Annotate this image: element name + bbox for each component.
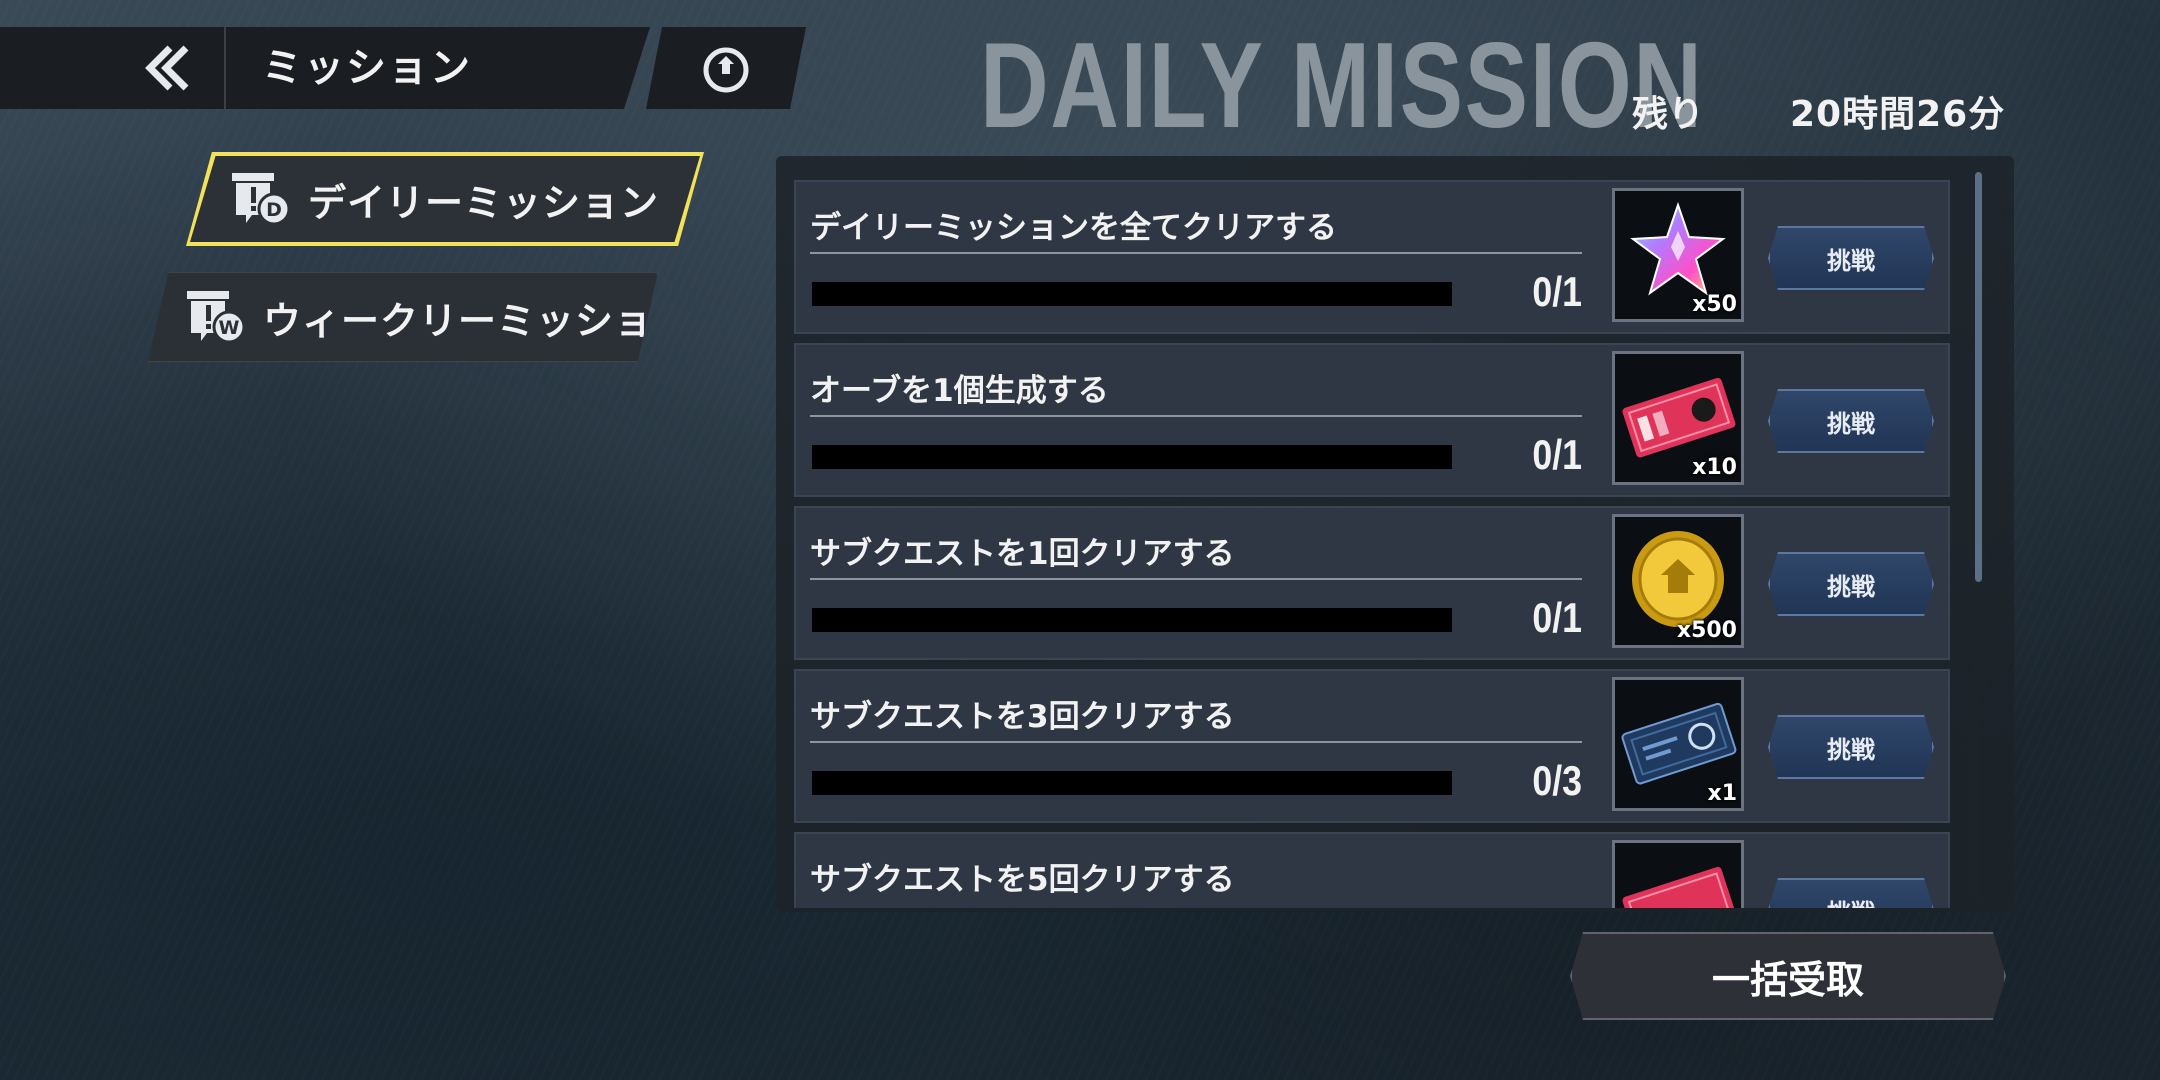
bulk-receive-button[interactable]: 一括受取: [1570, 932, 2006, 1020]
mission-title: デイリーミッションを全てクリアする: [810, 210, 1337, 246]
svg-text:W: W: [219, 317, 240, 339]
mission-divider: [810, 578, 1582, 580]
mission-progress-bar: [812, 445, 1452, 469]
reward-item[interactable]: x50: [1612, 188, 1744, 322]
reward-item[interactable]: x1: [1612, 677, 1744, 811]
svg-text:D: D: [266, 199, 282, 221]
mission-count: 0/1: [1532, 594, 1582, 641]
remaining-time: 20時間26分: [1790, 94, 2006, 135]
challenge-button[interactable]: 挑戦: [1768, 226, 1934, 290]
reward-quantity: x10: [1692, 455, 1737, 480]
mission-count: 0/1: [1532, 268, 1582, 315]
mission-divider: [810, 252, 1582, 254]
mission-row: サブクエストを3回クリアする 0/3 x1 挑戦: [794, 669, 1950, 823]
scrollbar-thumb[interactable]: [1975, 172, 1982, 582]
mission-divider: [810, 415, 1582, 417]
mission-row-clip: サブクエストを5回クリアする 挑戦: [776, 832, 1976, 908]
mission-scrollbar[interactable]: [1975, 172, 1982, 900]
emblem-button[interactable]: [646, 27, 806, 109]
header-title: ミッション: [262, 45, 472, 91]
challenge-button[interactable]: 挑戦: [1768, 389, 1934, 453]
reward-quantity: x50: [1692, 292, 1737, 317]
back-button[interactable]: [140, 40, 196, 96]
reward-item[interactable]: [1612, 840, 1744, 908]
mission-progress-bar: [812, 771, 1452, 795]
mission-title: サブクエストを5回クリアする: [810, 862, 1235, 898]
mission-daily-icon: D: [230, 171, 292, 227]
header-separator: [224, 27, 226, 109]
tab-weekly-label: ウィークリーミッション: [263, 298, 693, 343]
reward-quantity: x500: [1676, 618, 1737, 643]
mission-count: 0/1: [1532, 431, 1582, 478]
emblem-icon: [703, 47, 749, 93]
mission-weekly-icon: W: [185, 289, 247, 345]
reward-item[interactable]: x500: [1612, 514, 1744, 648]
double-chevron-left-icon: [145, 45, 189, 91]
tab-daily-label: デイリーミッション: [308, 180, 660, 225]
page-title: DAILY MISSION: [980, 17, 1704, 153]
tab-weekly-mission[interactable]: W ウィークリーミッション: [148, 272, 658, 362]
reward-quantity: x1: [1707, 781, 1738, 806]
mission-divider: [810, 741, 1582, 743]
mission-progress-bar: [812, 282, 1452, 306]
mission-progress-bar: [812, 608, 1452, 632]
remaining-label: 残り: [1632, 94, 1705, 135]
red-ticket-icon: [1622, 866, 1736, 908]
mission-row: デイリーミッションを全てクリアする 0/1 x50 挑戦: [794, 180, 1950, 334]
challenge-button[interactable]: 挑戦: [1768, 878, 1934, 908]
mission-row: オーブを1個生成する 0/1 x10 挑戦: [794, 343, 1950, 497]
tab-daily-mission[interactable]: D デイリーミッション: [190, 156, 700, 242]
mission-count: 0/3: [1532, 757, 1582, 804]
mission-row: サブクエストを1回クリアする 0/1 x500 挑戦: [794, 506, 1950, 660]
mission-title: サブクエストを1回クリアする: [810, 536, 1235, 572]
mission-title: オーブを1個生成する: [810, 373, 1109, 409]
reward-item[interactable]: x10: [1612, 351, 1744, 485]
challenge-button[interactable]: 挑戦: [1768, 715, 1934, 779]
challenge-button[interactable]: 挑戦: [1768, 552, 1934, 616]
mission-row: サブクエストを5回クリアする 挑戦: [794, 832, 1950, 908]
mission-title: サブクエストを3回クリアする: [810, 699, 1235, 735]
